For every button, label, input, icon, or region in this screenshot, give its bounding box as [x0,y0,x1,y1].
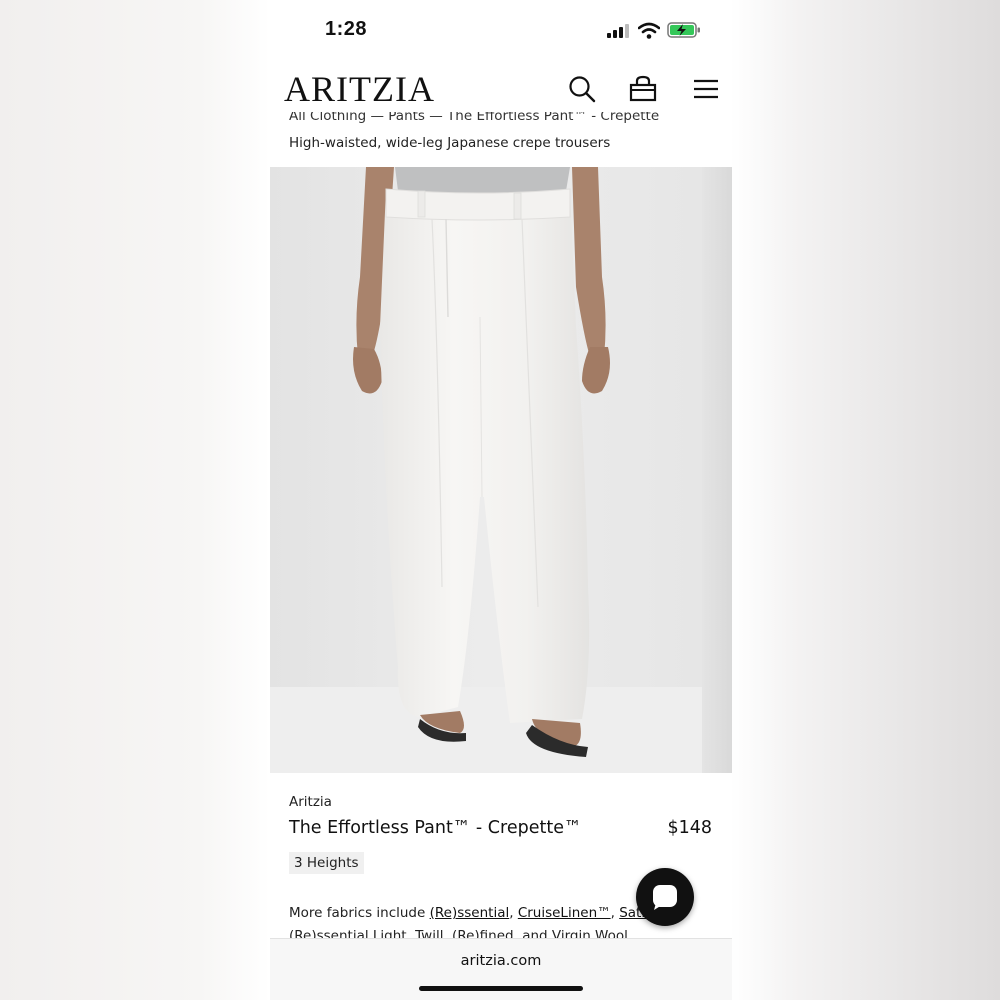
aritzia-logo[interactable]: ARITZIA [284,68,435,110]
phone-screen: 1:28 ARITZIA All Clothing — Pants — The … [270,0,732,1000]
heights-badge: 3 Heights [289,852,364,874]
product-price: $148 [667,818,712,838]
battery-charging-icon [667,22,700,38]
menu-icon[interactable] [691,74,721,104]
search-icon[interactable] [567,74,597,104]
product-image-gallery[interactable] [270,167,732,773]
breadcrumb-text[interactable]: All Clothing — Pants — The Effortless Pa… [289,112,659,125]
breadcrumb[interactable]: All Clothing — Pants — The Effortless Pa… [289,112,659,125]
browser-url-bar[interactable]: aritzia.com [270,938,732,1000]
next-photo-peek[interactable] [702,167,732,773]
status-time: 1:28 [325,18,368,40]
fabric-link-ressential[interactable]: (Re)ssential [430,905,510,921]
wifi-icon [638,22,660,39]
product-photo[interactable] [270,167,702,773]
product-brand: Aritzia [289,794,332,810]
url-text[interactable]: aritzia.com [270,953,732,969]
fabrics-prefix: More fabrics include [289,905,430,921]
chat-icon [653,885,677,910]
cellular-signal-icon [607,24,629,38]
fabric-link-cruiselinen[interactable]: CruiseLinen™ [518,905,611,921]
home-indicator[interactable] [419,986,583,991]
product-name: The Effortless Pant™ - Crepette™ [289,818,582,838]
fabrics-line-2[interactable]: (Re)ssential Light, Twill, (Re)fined, an… [289,928,628,938]
bag-icon[interactable] [628,74,658,104]
chat-button[interactable] [636,868,694,926]
product-subtitle: High-waisted, wide-leg Japanese crepe tr… [289,135,611,151]
